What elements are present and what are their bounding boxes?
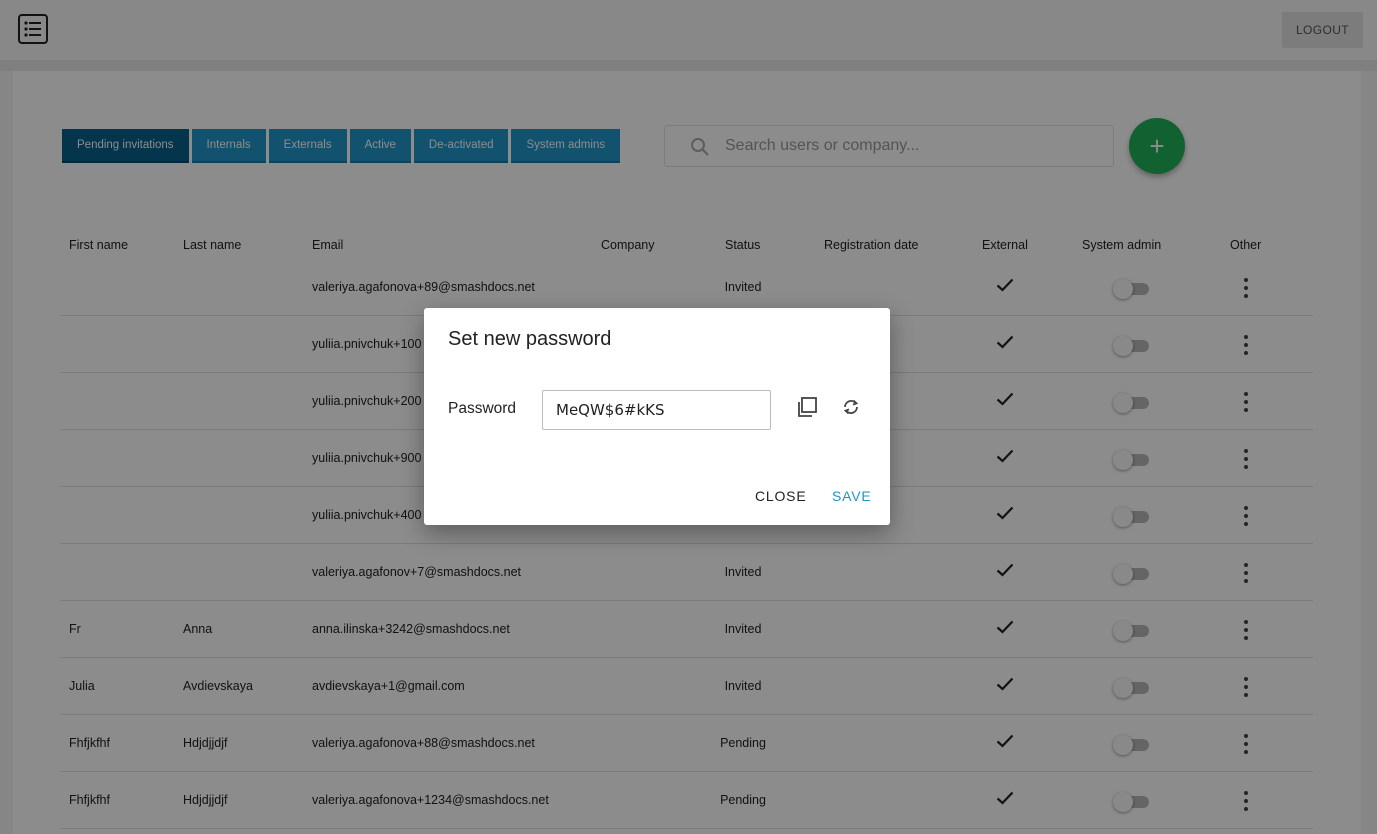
set-password-dialog: Set new password Password CLOSE SAVE xyxy=(424,308,890,525)
regenerate-icon[interactable] xyxy=(837,394,865,422)
copy-icon[interactable] xyxy=(793,394,821,422)
password-input[interactable] xyxy=(542,390,771,430)
save-button[interactable]: SAVE xyxy=(832,488,872,504)
dialog-title: Set new password xyxy=(448,328,612,350)
close-button[interactable]: CLOSE xyxy=(755,488,806,504)
password-label: Password xyxy=(448,400,517,417)
